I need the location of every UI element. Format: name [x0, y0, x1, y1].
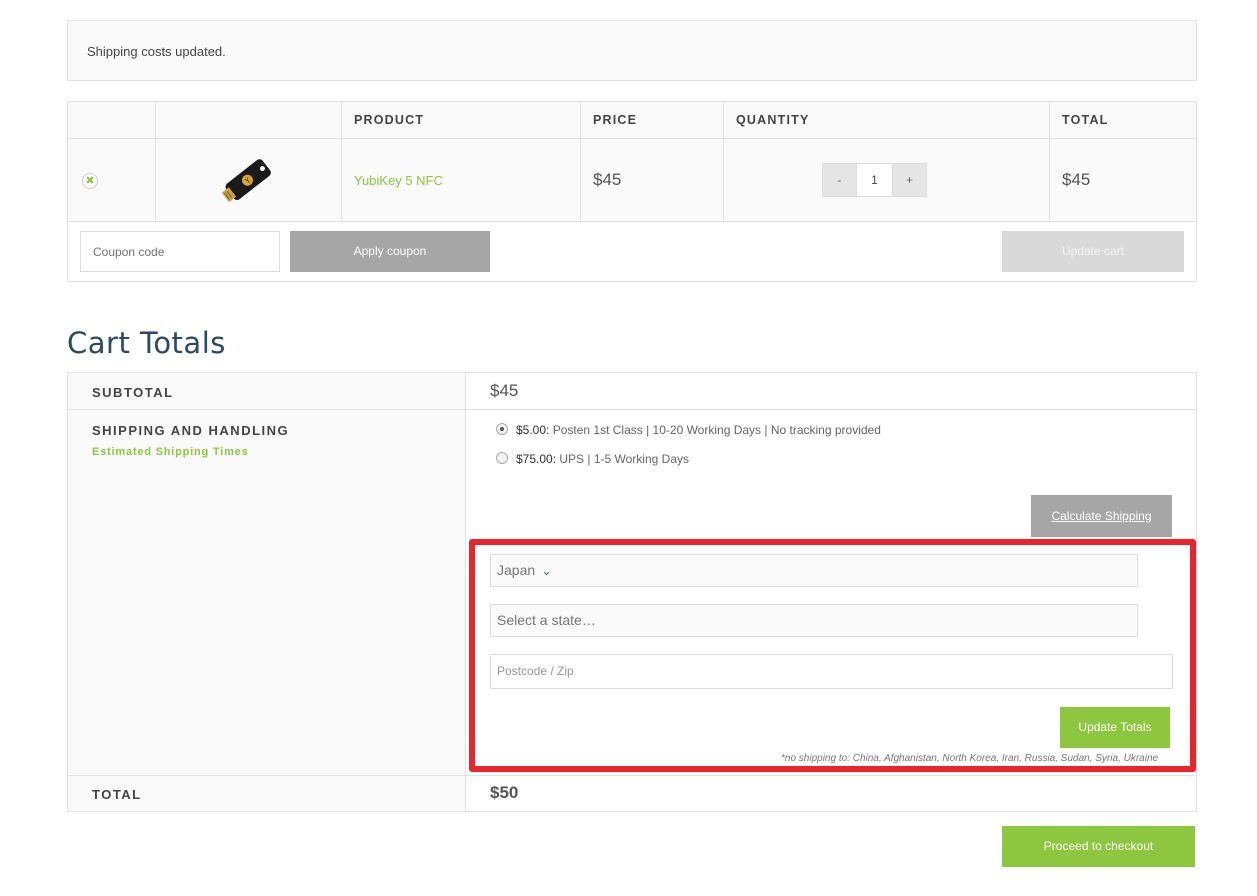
- update-cart-button[interactable]: Update cart: [1002, 231, 1184, 272]
- coupon-code-input[interactable]: [80, 231, 280, 272]
- quantity-increase-button[interactable]: +: [892, 163, 927, 197]
- quantity-stepper: - 1 +: [822, 163, 927, 197]
- quantity-decrease-button[interactable]: -: [822, 163, 857, 197]
- shipping-label: SHIPPING AND HANDLING: [92, 423, 290, 438]
- subtotal-value: $45: [490, 381, 519, 400]
- total-label: TOTAL: [92, 787, 142, 802]
- cart-totals-heading: Cart Totals: [67, 326, 226, 360]
- column-price: PRICE: [593, 113, 638, 127]
- product-name-link[interactable]: YubiKey 5 NFC: [354, 173, 443, 188]
- total-value: $50: [490, 783, 519, 802]
- calculate-shipping-button[interactable]: Calculate Shipping: [1031, 495, 1172, 537]
- shipping-option-ups[interactable]: $75.00: UPS | 1-5 Working Days: [496, 452, 689, 466]
- product-thumbnail[interactable]: Y: [218, 148, 282, 206]
- totals-label-column: [68, 373, 465, 811]
- proceed-to-checkout-button[interactable]: Proceed to checkout: [1002, 826, 1195, 867]
- item-price: $45: [593, 170, 622, 189]
- column-quantity: QUANTITY: [736, 113, 810, 127]
- remove-item-icon[interactable]: ✖: [82, 173, 98, 189]
- cart-totals-table: SUBTOTAL $45 SHIPPING AND HANDLING Estim…: [67, 372, 1197, 812]
- column-total: TOTAL: [1062, 113, 1109, 127]
- cart-table: PRODUCT PRICE QUANTITY TOTAL ✖ Y YubiKey…: [67, 101, 1197, 282]
- shipping-option-posten[interactable]: $5.00: Posten 1st Class | 10-20 Working …: [496, 423, 881, 437]
- radio-unselected-icon[interactable]: [496, 452, 508, 464]
- estimated-shipping-times-link[interactable]: Estimated Shipping Times: [92, 446, 249, 458]
- notice-message: Shipping costs updated.: [87, 44, 226, 59]
- item-total: $45: [1062, 170, 1091, 189]
- subtotal-label: SUBTOTAL: [92, 385, 174, 400]
- quantity-input[interactable]: 1: [857, 163, 892, 197]
- radio-selected-icon[interactable]: [496, 423, 508, 435]
- highlight-box: [469, 539, 1196, 772]
- shipping-notice: Shipping costs updated.: [67, 20, 1197, 81]
- apply-coupon-button[interactable]: Apply coupon: [290, 231, 490, 272]
- column-product: PRODUCT: [354, 113, 425, 127]
